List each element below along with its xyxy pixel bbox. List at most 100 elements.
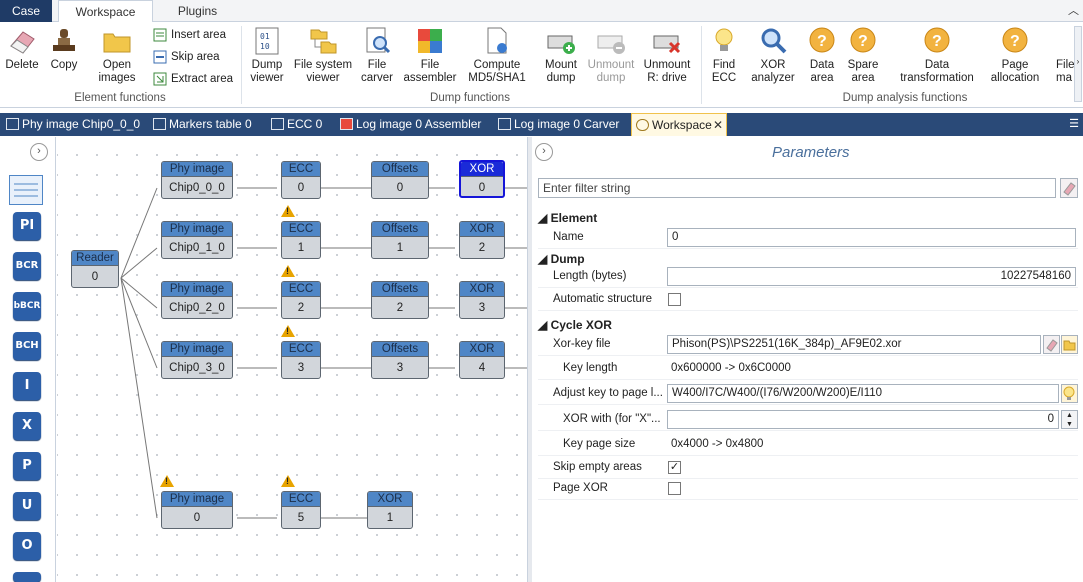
param-row-key-page-size: Key page size 0x4000 -> 0x4800	[538, 434, 1078, 456]
tab-plugins[interactable]: Plugins	[160, 0, 235, 22]
ecc-node[interactable]: ECC 1	[281, 221, 321, 259]
tool-u[interactable]: U	[13, 492, 41, 520]
find-ecc-button[interactable]: Find ECC	[706, 26, 742, 85]
ecc-node[interactable]: ECC 2	[281, 281, 321, 319]
data-area-button[interactable]: ? Data area	[804, 26, 840, 85]
file-carver-button[interactable]: File carver	[357, 26, 397, 85]
adjust-key-field[interactable]: W400/I7C/W400/(I76/W200/W200)E/I110	[667, 384, 1059, 403]
section-element[interactable]: ◢ Element	[538, 211, 597, 225]
expand-palette-icon[interactable]: ›	[30, 143, 48, 161]
tab-workspace[interactable]: Workspace	[58, 0, 153, 23]
tool-o[interactable]: O	[13, 532, 41, 560]
spare-area-label-1: Spare	[847, 59, 879, 71]
copy-button[interactable]: Copy	[46, 26, 82, 72]
reader-node[interactable]: Reader 0	[71, 250, 119, 288]
tool-bch[interactable]: BCH	[13, 332, 41, 360]
tool-i[interactable]: I	[13, 372, 41, 400]
file-assembler-button[interactable]: File assembler	[401, 26, 459, 85]
tool-more[interactable]	[13, 572, 41, 582]
doc-tab-ecc[interactable]: ECC 0	[267, 113, 322, 136]
data-transformation-button[interactable]: ? Data transformation	[895, 26, 979, 85]
ribbon-collapse-icon[interactable]: ︿	[1068, 2, 1079, 18]
phy-image-node[interactable]: Phy image 0	[161, 491, 233, 529]
node-title: Phy image	[162, 492, 232, 507]
spinner-icon[interactable]: ▲ ▼	[1061, 410, 1078, 429]
xor-analyzer-button[interactable]: XOR analyzer	[748, 26, 798, 85]
xor-node[interactable]: XOR 2	[459, 221, 505, 259]
insert-area-button[interactable]: Insert area	[153, 25, 226, 45]
filter-input[interactable]: Enter filter string	[538, 178, 1056, 198]
tool-x[interactable]: X	[13, 412, 41, 440]
tab-list-icon[interactable]: ☰	[1069, 117, 1079, 130]
page-allocation-button[interactable]: ? Page allocation	[986, 26, 1044, 85]
close-icon[interactable]: ✕	[713, 114, 723, 137]
compute-md5-button[interactable]: Compute MD5/SHA1	[466, 26, 528, 85]
node-value: Chip0_2_0	[169, 302, 225, 314]
xor-with-field[interactable]: 0	[667, 410, 1059, 429]
offsets-node[interactable]: Offsets 2	[371, 281, 429, 319]
xor-key-file-field[interactable]: Phison(PS)\PS2251(16K_384p)_AF9E02.xor	[667, 335, 1041, 354]
name-field[interactable]: 0	[667, 228, 1076, 247]
doc-tab-markers[interactable]: Markers table 0	[149, 113, 252, 136]
tool-bbcr[interactable]: bBCR	[13, 292, 41, 320]
mount-dump-button[interactable]: Mount dump	[539, 26, 583, 85]
phy-image-node[interactable]: Phy image Chip0_1_0	[161, 221, 233, 259]
section-cycle-xor[interactable]: ◢ Cycle XOR	[538, 318, 612, 332]
doc-tab-workspace[interactable]: Workspace ✕	[631, 113, 727, 136]
spare-area-button[interactable]: ? Spare area	[845, 26, 881, 85]
doc-tab-phy-image[interactable]: Phy image Chip0_0_0	[2, 113, 140, 136]
page-xor-checkbox[interactable]	[668, 482, 681, 495]
tab-case[interactable]: Case	[0, 0, 52, 22]
offsets-node[interactable]: Offsets 3	[371, 341, 429, 379]
node-value: 0	[297, 182, 305, 194]
workspace-canvas[interactable]: Reader 0 Phy image Chip0_0_0 ECC 0 Offsets…	[57, 137, 527, 582]
skip-area-button[interactable]: Skip area	[153, 47, 220, 67]
lightbulb-icon[interactable]	[1061, 384, 1078, 403]
phy-image-node[interactable]: Phy image Chip0_0_0	[161, 161, 233, 199]
dump-viewer-button[interactable]: 01 10 Dump viewer	[245, 26, 289, 85]
ecc-node[interactable]: ECC 5	[281, 491, 321, 529]
length-field[interactable]: 10227548160	[667, 267, 1076, 286]
doc-tab-log-carver[interactable]: Log image 0 Carver	[494, 113, 619, 136]
clear-filter-icon[interactable]	[1060, 178, 1078, 198]
open-images-button[interactable]: Open images	[94, 26, 140, 85]
doc-tab-log-assembler[interactable]: Log image 0 Assembler	[336, 113, 481, 136]
skip-empty-checkbox[interactable]: ✓	[668, 461, 681, 474]
automatic-structure-checkbox[interactable]	[668, 293, 681, 306]
delete-label: Delete	[5, 59, 39, 71]
open-file-icon[interactable]	[1061, 335, 1078, 354]
delete-button[interactable]: Delete	[4, 26, 40, 72]
node-value: 3	[396, 362, 404, 374]
expand-panel-icon[interactable]: ›	[535, 143, 553, 161]
node-value: 2	[396, 302, 404, 314]
offsets-node[interactable]: Offsets 1	[371, 221, 429, 259]
node-value: 5	[297, 512, 305, 524]
unmount-r-label-2: R: drive	[647, 72, 687, 84]
file-system-viewer-button[interactable]: File system viewer	[293, 26, 353, 85]
tool-bcr[interactable]: BCR	[13, 252, 41, 280]
ribbon-scroll-right[interactable]: ›	[1074, 26, 1082, 102]
tool-palette: › PI BCR bBCR BCH I X P U O	[0, 137, 56, 582]
list-view-icon[interactable]	[9, 175, 43, 205]
phy-image-node[interactable]: Phy image Chip0_3_0	[161, 341, 233, 379]
unmount-r-drive-button[interactable]: Unmount R: drive	[641, 26, 693, 85]
clear-icon[interactable]	[1043, 335, 1060, 354]
xor-node[interactable]: XOR 4	[459, 341, 505, 379]
xor-node[interactable]: XOR 3	[459, 281, 505, 319]
ecc-node[interactable]: ECC 0	[281, 161, 321, 199]
xor-node[interactable]: XOR 1	[367, 491, 413, 529]
doc-tab-label: Phy image Chip0_0_0	[22, 117, 141, 131]
xor-node-selected[interactable]: XOR 0	[459, 160, 505, 198]
tool-p[interactable]: P	[13, 452, 41, 480]
group-label-element: Element functions	[74, 92, 166, 104]
ecc-node[interactable]: ECC 3	[281, 341, 321, 379]
phy-image-node[interactable]: Phy image Chip0_2_0	[161, 281, 233, 319]
file-more-label-2: ma	[1056, 72, 1072, 84]
drive-add-icon	[546, 26, 576, 56]
section-dump[interactable]: ◢ Dump	[538, 252, 585, 266]
unmount-dump-button[interactable]: Unmount dump	[587, 26, 635, 85]
offsets-node[interactable]: Offsets 0	[371, 161, 429, 199]
extract-area-button[interactable]: Extract area	[153, 69, 233, 89]
tool-pi[interactable]: PI	[13, 212, 41, 240]
file-more-button[interactable]: File ma	[1056, 26, 1076, 85]
